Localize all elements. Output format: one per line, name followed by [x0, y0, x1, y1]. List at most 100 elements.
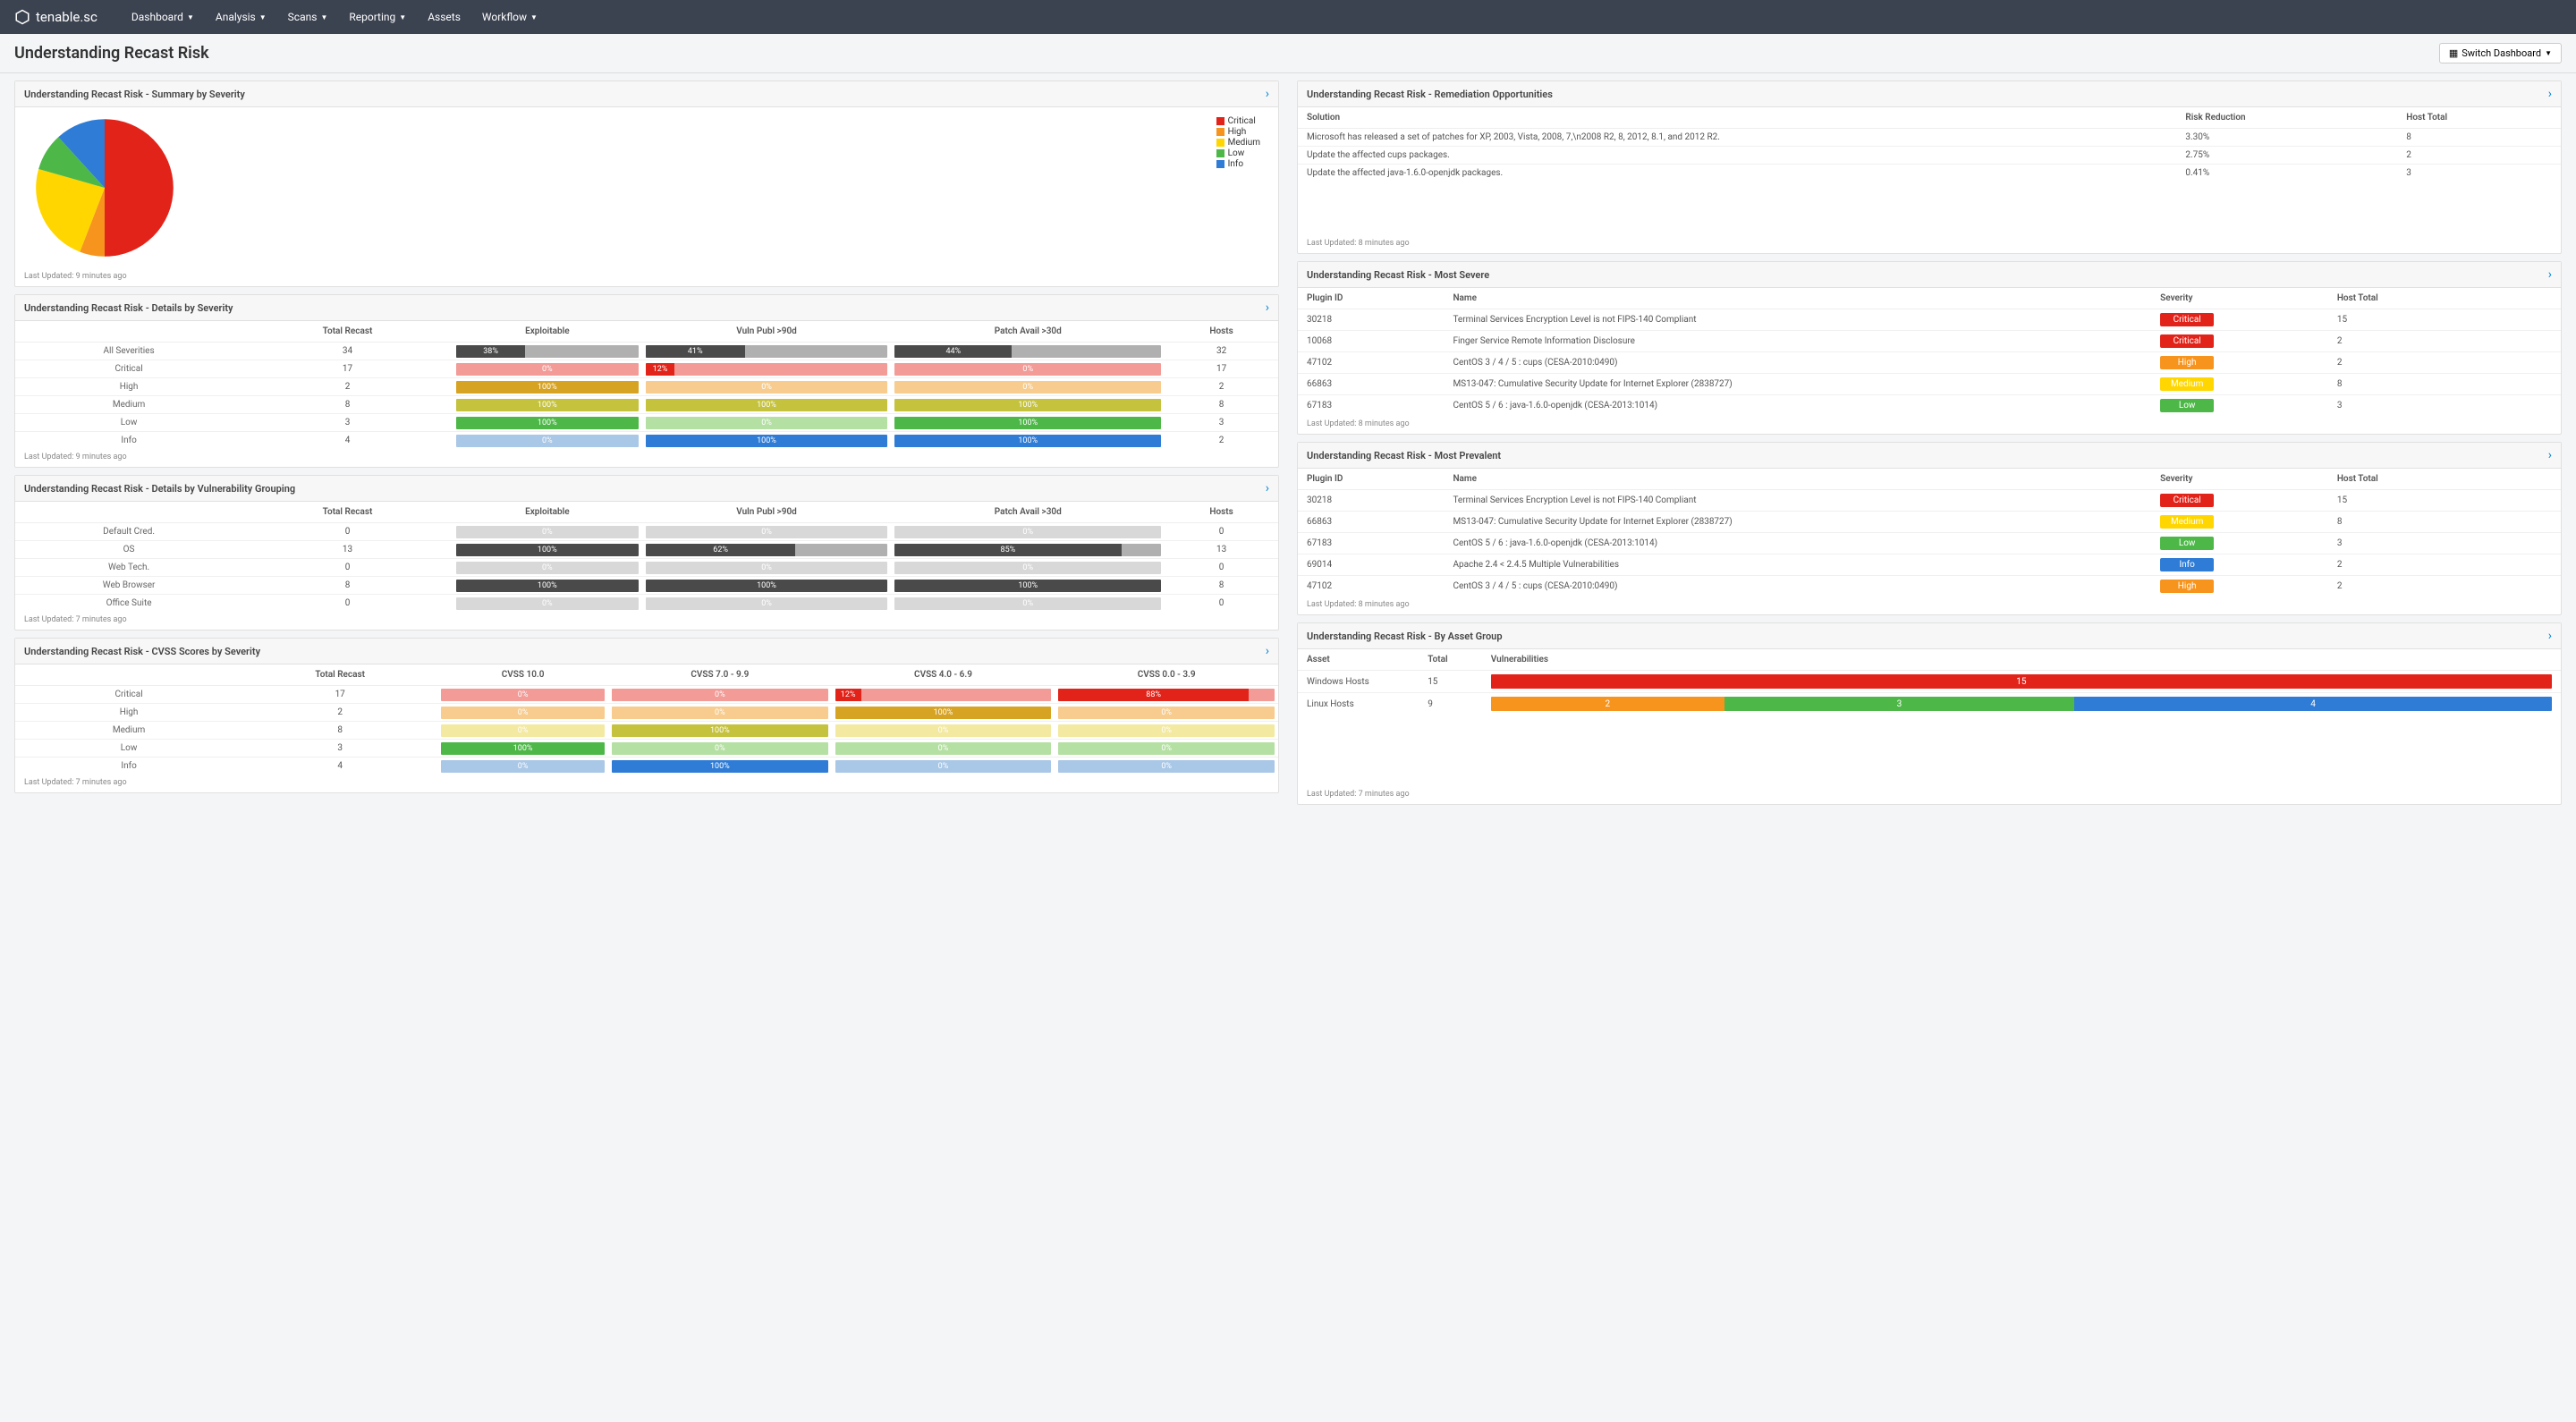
caret-down-icon: ▼ [2545, 49, 2552, 57]
asset-bar-segment: 2 [1491, 697, 1724, 711]
table-row[interactable]: Low3100%0%100%3 [15, 414, 1278, 432]
switch-dashboard-button[interactable]: ▦ Switch Dashboard ▼ [2439, 43, 2562, 63]
remediation-table: SolutionRisk ReductionHost TotalMicrosof… [1298, 107, 2561, 182]
details-severity-table: Total RecastExploitableVuln Publ >90dPat… [15, 321, 1278, 449]
asset-bar-segment: 15 [1491, 674, 2552, 689]
panel-footer: Last Updated: 9 minutes ago [15, 449, 1278, 467]
table-row[interactable]: Update the affected java-1.6.0-openjdk p… [1298, 165, 2561, 182]
right-column: Understanding Recast Risk - Remediation … [1297, 80, 2562, 805]
asset-vuln-bar: 234 [1491, 697, 2552, 711]
cvss-table: Total RecastCVSS 10.0CVSS 7.0 - 9.9CVSS … [15, 664, 1278, 774]
table-row[interactable]: 30218Terminal Services Encryption Level … [1298, 490, 2561, 512]
panel-most-severe: Understanding Recast Risk - Most Severe›… [1297, 261, 2562, 435]
panel-details-severity: Understanding Recast Risk - Details by S… [14, 294, 1279, 468]
main-nav: Dashboard ▼ Analysis ▼ Scans ▼ Reporting ▼ A… [124, 7, 545, 27]
nav-item-scans[interactable]: Scans ▼ [281, 7, 335, 27]
legend-label: High [1228, 127, 1247, 137]
panel-title: Understanding Recast Risk - Details by V… [24, 483, 295, 495]
table-row[interactable]: All Severities3438%41%44%32 [15, 343, 1278, 360]
table-row[interactable]: 10068Finger Service Remote Information D… [1298, 331, 2561, 352]
page-title: Understanding Recast Risk [14, 44, 209, 63]
table-row[interactable]: 66863MS13-047: Cumulative Security Updat… [1298, 374, 2561, 395]
panel-footer: Last Updated: 8 minutes ago [1298, 416, 2561, 434]
table-row[interactable]: 67183CentOS 5 / 6 : java-1.6.0-openjdk (… [1298, 395, 2561, 417]
legend-item: High [1216, 127, 1260, 137]
pie-slice-critical[interactable] [105, 119, 174, 257]
most-severe-table: Plugin IDNameSeverityHost Total30218Term… [1298, 288, 2561, 416]
chevron-right-icon[interactable]: › [1266, 644, 1269, 658]
table-row[interactable]: Windows Hosts1515 [1298, 671, 2561, 693]
legend-item: Low [1216, 148, 1260, 158]
panel-cvss-scores: Understanding Recast Risk - CVSS Scores … [14, 638, 1279, 793]
table-row[interactable]: 69014Apache 2.4 < 2.4.5 Multiple Vulnera… [1298, 554, 2561, 576]
table-row[interactable]: Medium80%100%0%0% [15, 722, 1278, 740]
severity-badge: Low [2160, 537, 2214, 550]
panel-title: Understanding Recast Risk - Remediation … [1307, 89, 1553, 100]
asset-bar-segment: 3 [1724, 697, 2074, 711]
table-row[interactable]: Info40%100%0%0% [15, 758, 1278, 775]
table-row[interactable]: High20%0%100%0% [15, 704, 1278, 722]
nav-item-assets[interactable]: Assets [420, 7, 468, 27]
severity-badge: Medium [2160, 515, 2214, 529]
panel-title: Understanding Recast Risk - Most Prevale… [1307, 450, 1501, 461]
chevron-right-icon[interactable]: › [2548, 629, 2552, 643]
panel-most-prevalent: Understanding Recast Risk - Most Prevale… [1297, 442, 2562, 615]
table-row[interactable]: High2100%0%0%2 [15, 378, 1278, 396]
table-row[interactable]: 47102CentOS 3 / 4 / 5 : cups (CESA-2010:… [1298, 576, 2561, 597]
chevron-right-icon[interactable]: › [1266, 481, 1269, 495]
table-row[interactable]: 67183CentOS 5 / 6 : java-1.6.0-openjdk (… [1298, 533, 2561, 554]
table-row[interactable]: 66863MS13-047: Cumulative Security Updat… [1298, 512, 2561, 533]
asset-bar-segment: 4 [2074, 697, 2552, 711]
table-row[interactable]: Medium8100%100%100%8 [15, 396, 1278, 414]
legend-item: Medium [1216, 138, 1260, 148]
severity-badge: Critical [2160, 313, 2214, 326]
nav-item-dashboard[interactable]: Dashboard ▼ [124, 7, 201, 27]
caret-down-icon: ▼ [259, 13, 267, 21]
table-row[interactable]: 30218Terminal Services Encryption Level … [1298, 309, 2561, 331]
table-row[interactable]: Update the affected cups packages.2.75%2 [1298, 147, 2561, 165]
panel-footer: Last Updated: 9 minutes ago [15, 268, 1278, 286]
panel-title: Understanding Recast Risk - Details by S… [24, 302, 233, 314]
nav-item-analysis[interactable]: Analysis ▼ [208, 7, 274, 27]
legend-label: Critical [1228, 116, 1256, 126]
table-row[interactable]: Info40%100%100%2 [15, 432, 1278, 450]
panel-title: Understanding Recast Risk - By Asset Gro… [1307, 631, 1503, 642]
page-header: Understanding Recast Risk ▦ Switch Dashb… [0, 34, 2576, 73]
panel-footer: Last Updated: 8 minutes ago [1298, 235, 2561, 253]
table-row[interactable]: 47102CentOS 3 / 4 / 5 : cups (CESA-2010:… [1298, 352, 2561, 374]
table-row[interactable]: Microsoft has released a set of patches … [1298, 129, 2561, 147]
legend-swatch [1216, 149, 1224, 157]
severity-badge: High [2160, 356, 2214, 369]
chevron-right-icon[interactable]: › [2548, 267, 2552, 282]
left-column: Understanding Recast Risk - Summary by S… [14, 80, 1279, 805]
panel-asset-group: Understanding Recast Risk - By Asset Gro… [1297, 622, 2562, 805]
legend-swatch [1216, 117, 1224, 125]
chevron-right-icon[interactable]: › [2548, 87, 2552, 101]
asset-group-table: AssetTotalVulnerabilitiesWindows Hosts15… [1298, 649, 2561, 715]
chevron-right-icon[interactable]: › [2548, 448, 2552, 462]
table-row[interactable]: Web Tech.00%0%0%0 [15, 559, 1278, 577]
legend-item: Info [1216, 159, 1260, 169]
table-row[interactable]: OS13100%62%85%13 [15, 541, 1278, 559]
legend-item: Critical [1216, 116, 1260, 126]
nav-item-workflow[interactable]: Workflow ▼ [475, 7, 545, 27]
table-row[interactable]: Web Browser8100%100%100%8 [15, 577, 1278, 595]
panel-summary-severity: Understanding Recast Risk - Summary by S… [14, 80, 1279, 287]
table-row[interactable]: Critical170%0%12%88% [15, 686, 1278, 704]
legend-swatch [1216, 160, 1224, 168]
panel-footer: Last Updated: 7 minutes ago [1298, 786, 2561, 804]
chevron-right-icon[interactable]: › [1266, 87, 1269, 101]
asset-vuln-bar: 15 [1491, 674, 2552, 689]
table-row[interactable]: Default Cred.00%0%0%0 [15, 523, 1278, 541]
nav-item-reporting[interactable]: Reporting ▼ [342, 7, 413, 27]
table-row[interactable]: Office Suite00%0%0%0 [15, 595, 1278, 613]
table-row[interactable]: Critical170%12%0%17 [15, 360, 1278, 378]
chevron-right-icon[interactable]: › [1266, 300, 1269, 315]
severity-badge: Info [2160, 558, 2214, 571]
legend-label: Medium [1228, 138, 1260, 148]
table-row[interactable]: Low3100%0%0%0% [15, 740, 1278, 758]
severity-badge: Medium [2160, 377, 2214, 391]
table-row[interactable]: Linux Hosts9234 [1298, 693, 2561, 715]
panel-footer: Last Updated: 7 minutes ago [15, 612, 1278, 630]
grid-icon: ▦ [2449, 47, 2458, 59]
